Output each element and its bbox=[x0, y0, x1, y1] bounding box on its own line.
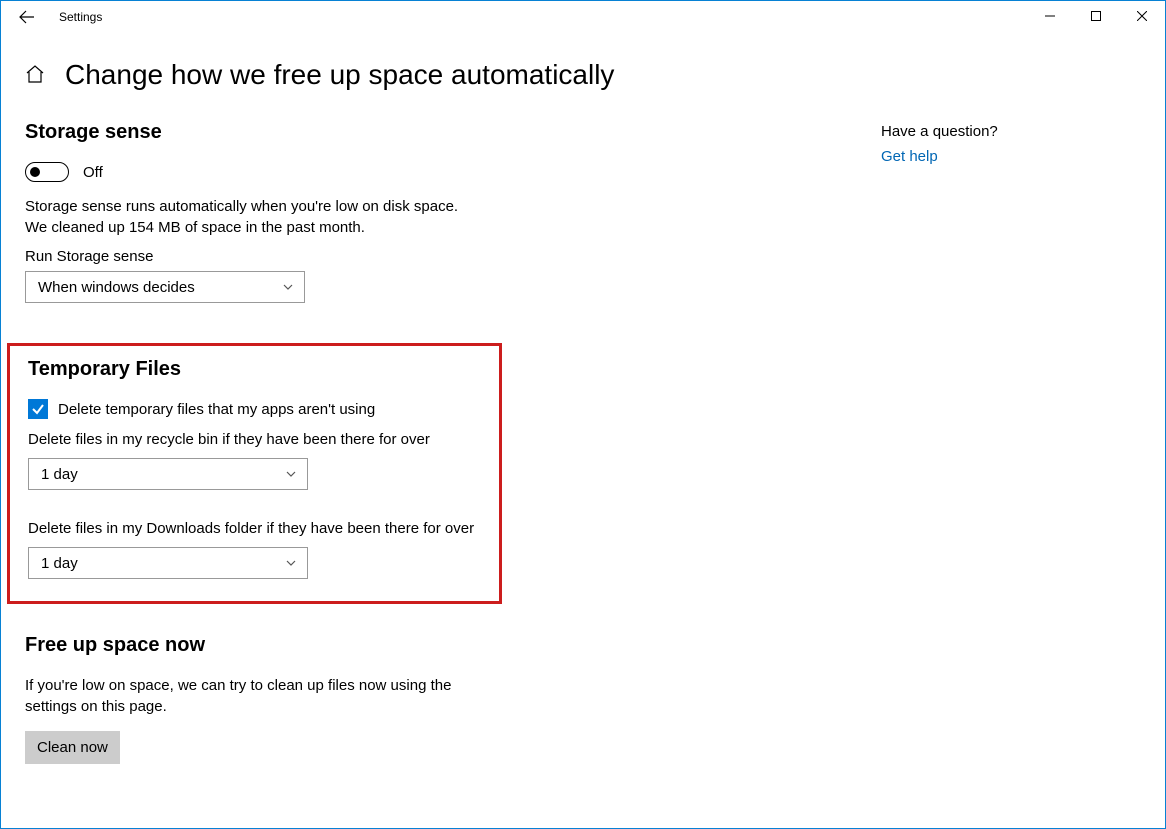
free-up-desc2: settings on this page. bbox=[25, 696, 785, 717]
temporary-files-section: Temporary Files Delete temporary files t… bbox=[7, 343, 502, 604]
maximize-button[interactable] bbox=[1073, 1, 1119, 31]
chevron-down-icon bbox=[285, 557, 297, 569]
storage-sense-desc2: We cleaned up 154 MB of space in the pas… bbox=[25, 217, 785, 238]
toggle-state-label: Off bbox=[83, 164, 103, 181]
free-up-heading: Free up space now bbox=[25, 634, 785, 657]
recycle-bin-select[interactable]: 1 day bbox=[28, 458, 308, 490]
chevron-down-icon bbox=[285, 468, 297, 480]
temp-files-heading: Temporary Files bbox=[28, 358, 481, 381]
maximize-icon bbox=[1091, 11, 1101, 21]
minimize-button[interactable] bbox=[1027, 1, 1073, 31]
page-title: Change how we free up space automaticall… bbox=[65, 59, 614, 91]
toggle-knob bbox=[30, 167, 40, 177]
recycle-bin-label: Delete files in my recycle bin if they h… bbox=[28, 429, 481, 450]
help-panel: Have a question? Get help bbox=[881, 121, 1141, 764]
home-icon[interactable] bbox=[25, 64, 47, 86]
app-title: Settings bbox=[59, 10, 102, 24]
back-button[interactable] bbox=[17, 7, 37, 27]
downloads-label: Delete files in my Downloads folder if t… bbox=[28, 518, 481, 539]
downloads-select[interactable]: 1 day bbox=[28, 547, 308, 579]
storage-sense-section: Storage sense Off Storage sense runs aut… bbox=[25, 121, 785, 303]
chevron-down-icon bbox=[282, 281, 294, 293]
close-button[interactable] bbox=[1119, 1, 1165, 31]
get-help-link[interactable]: Get help bbox=[881, 148, 938, 165]
run-storage-sense-value: When windows decides bbox=[38, 279, 195, 296]
minimize-icon bbox=[1045, 11, 1055, 21]
back-arrow-icon bbox=[19, 9, 35, 25]
clean-now-button[interactable]: Clean now bbox=[25, 731, 120, 764]
downloads-value: 1 day bbox=[41, 555, 78, 572]
recycle-bin-value: 1 day bbox=[41, 466, 78, 483]
storage-sense-toggle[interactable] bbox=[25, 162, 69, 182]
delete-temp-checkbox[interactable] bbox=[28, 399, 48, 419]
have-question-label: Have a question? bbox=[881, 123, 1141, 140]
run-storage-sense-select[interactable]: When windows decides bbox=[25, 271, 305, 303]
page-header: Change how we free up space automaticall… bbox=[1, 33, 1165, 121]
delete-temp-label: Delete temporary files that my apps aren… bbox=[58, 401, 375, 418]
storage-sense-heading: Storage sense bbox=[25, 121, 785, 144]
checkmark-icon bbox=[31, 402, 45, 416]
storage-sense-desc1: Storage sense runs automatically when yo… bbox=[25, 196, 785, 217]
free-up-desc1: If you're low on space, we can try to cl… bbox=[25, 675, 785, 696]
titlebar: Settings bbox=[1, 1, 1165, 33]
free-up-space-section: Free up space now If you're low on space… bbox=[25, 634, 785, 764]
window-controls bbox=[1027, 1, 1165, 31]
close-icon bbox=[1137, 11, 1147, 21]
run-storage-sense-label: Run Storage sense bbox=[25, 248, 785, 265]
